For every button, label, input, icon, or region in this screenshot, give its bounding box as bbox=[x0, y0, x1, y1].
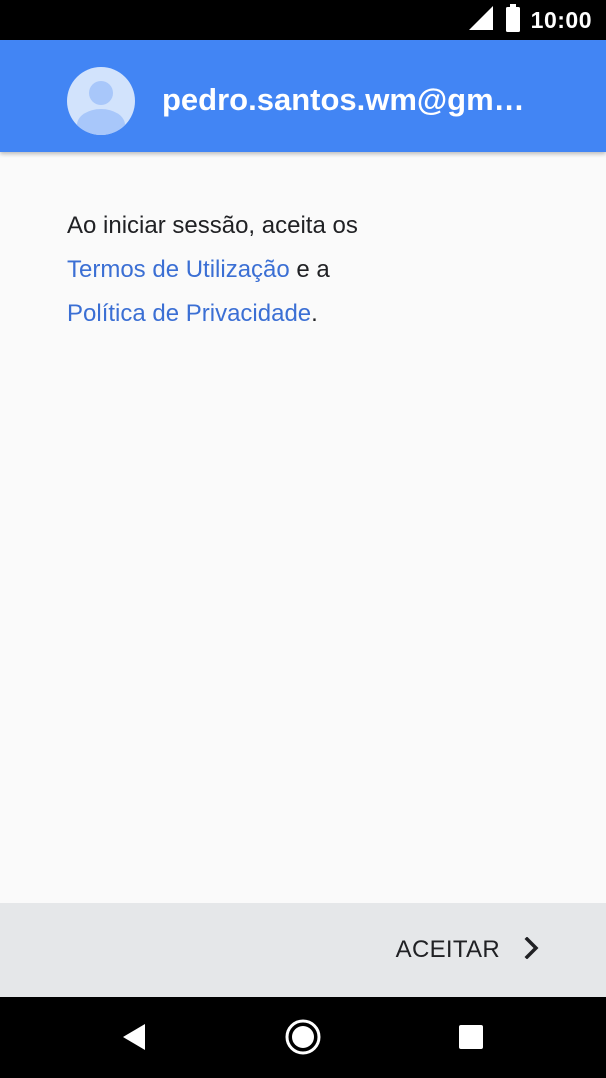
status-bar: 10:00 bbox=[0, 0, 606, 40]
terms-period: . bbox=[311, 300, 318, 327]
home-icon bbox=[285, 1019, 321, 1055]
back-icon bbox=[123, 1024, 145, 1050]
battery-icon bbox=[505, 3, 521, 37]
terms-of-use-link[interactable]: Termos de Utilização bbox=[67, 256, 290, 283]
signal-icon bbox=[467, 4, 495, 37]
system-nav-bar bbox=[0, 997, 606, 1078]
chevron-right-icon bbox=[524, 936, 540, 964]
footer-bar: ACEITAR bbox=[0, 903, 606, 997]
status-icons: 10:00 bbox=[467, 0, 592, 40]
person-icon bbox=[77, 81, 125, 135]
accept-button[interactable]: ACEITAR bbox=[396, 927, 540, 973]
privacy-policy-link[interactable]: Política de Privacidade bbox=[67, 300, 311, 327]
terms-intro: Ao iniciar sessão, aceita os bbox=[67, 212, 358, 239]
back-button[interactable] bbox=[114, 1017, 154, 1057]
terms-message: Ao iniciar sessão, aceita os Termos de U… bbox=[67, 204, 547, 336]
terms-connector: e a bbox=[289, 256, 330, 283]
account-email: pedro.santos.wm@gm… bbox=[162, 82, 525, 117]
home-button[interactable] bbox=[283, 1017, 323, 1057]
accept-button-label: ACEITAR bbox=[395, 936, 500, 963]
status-time: 10:00 bbox=[530, 6, 592, 33]
recents-icon bbox=[459, 1025, 483, 1049]
account-header: pedro.santos.wm@gm… bbox=[0, 40, 606, 152]
avatar bbox=[67, 67, 135, 135]
recents-button[interactable] bbox=[451, 1017, 491, 1057]
